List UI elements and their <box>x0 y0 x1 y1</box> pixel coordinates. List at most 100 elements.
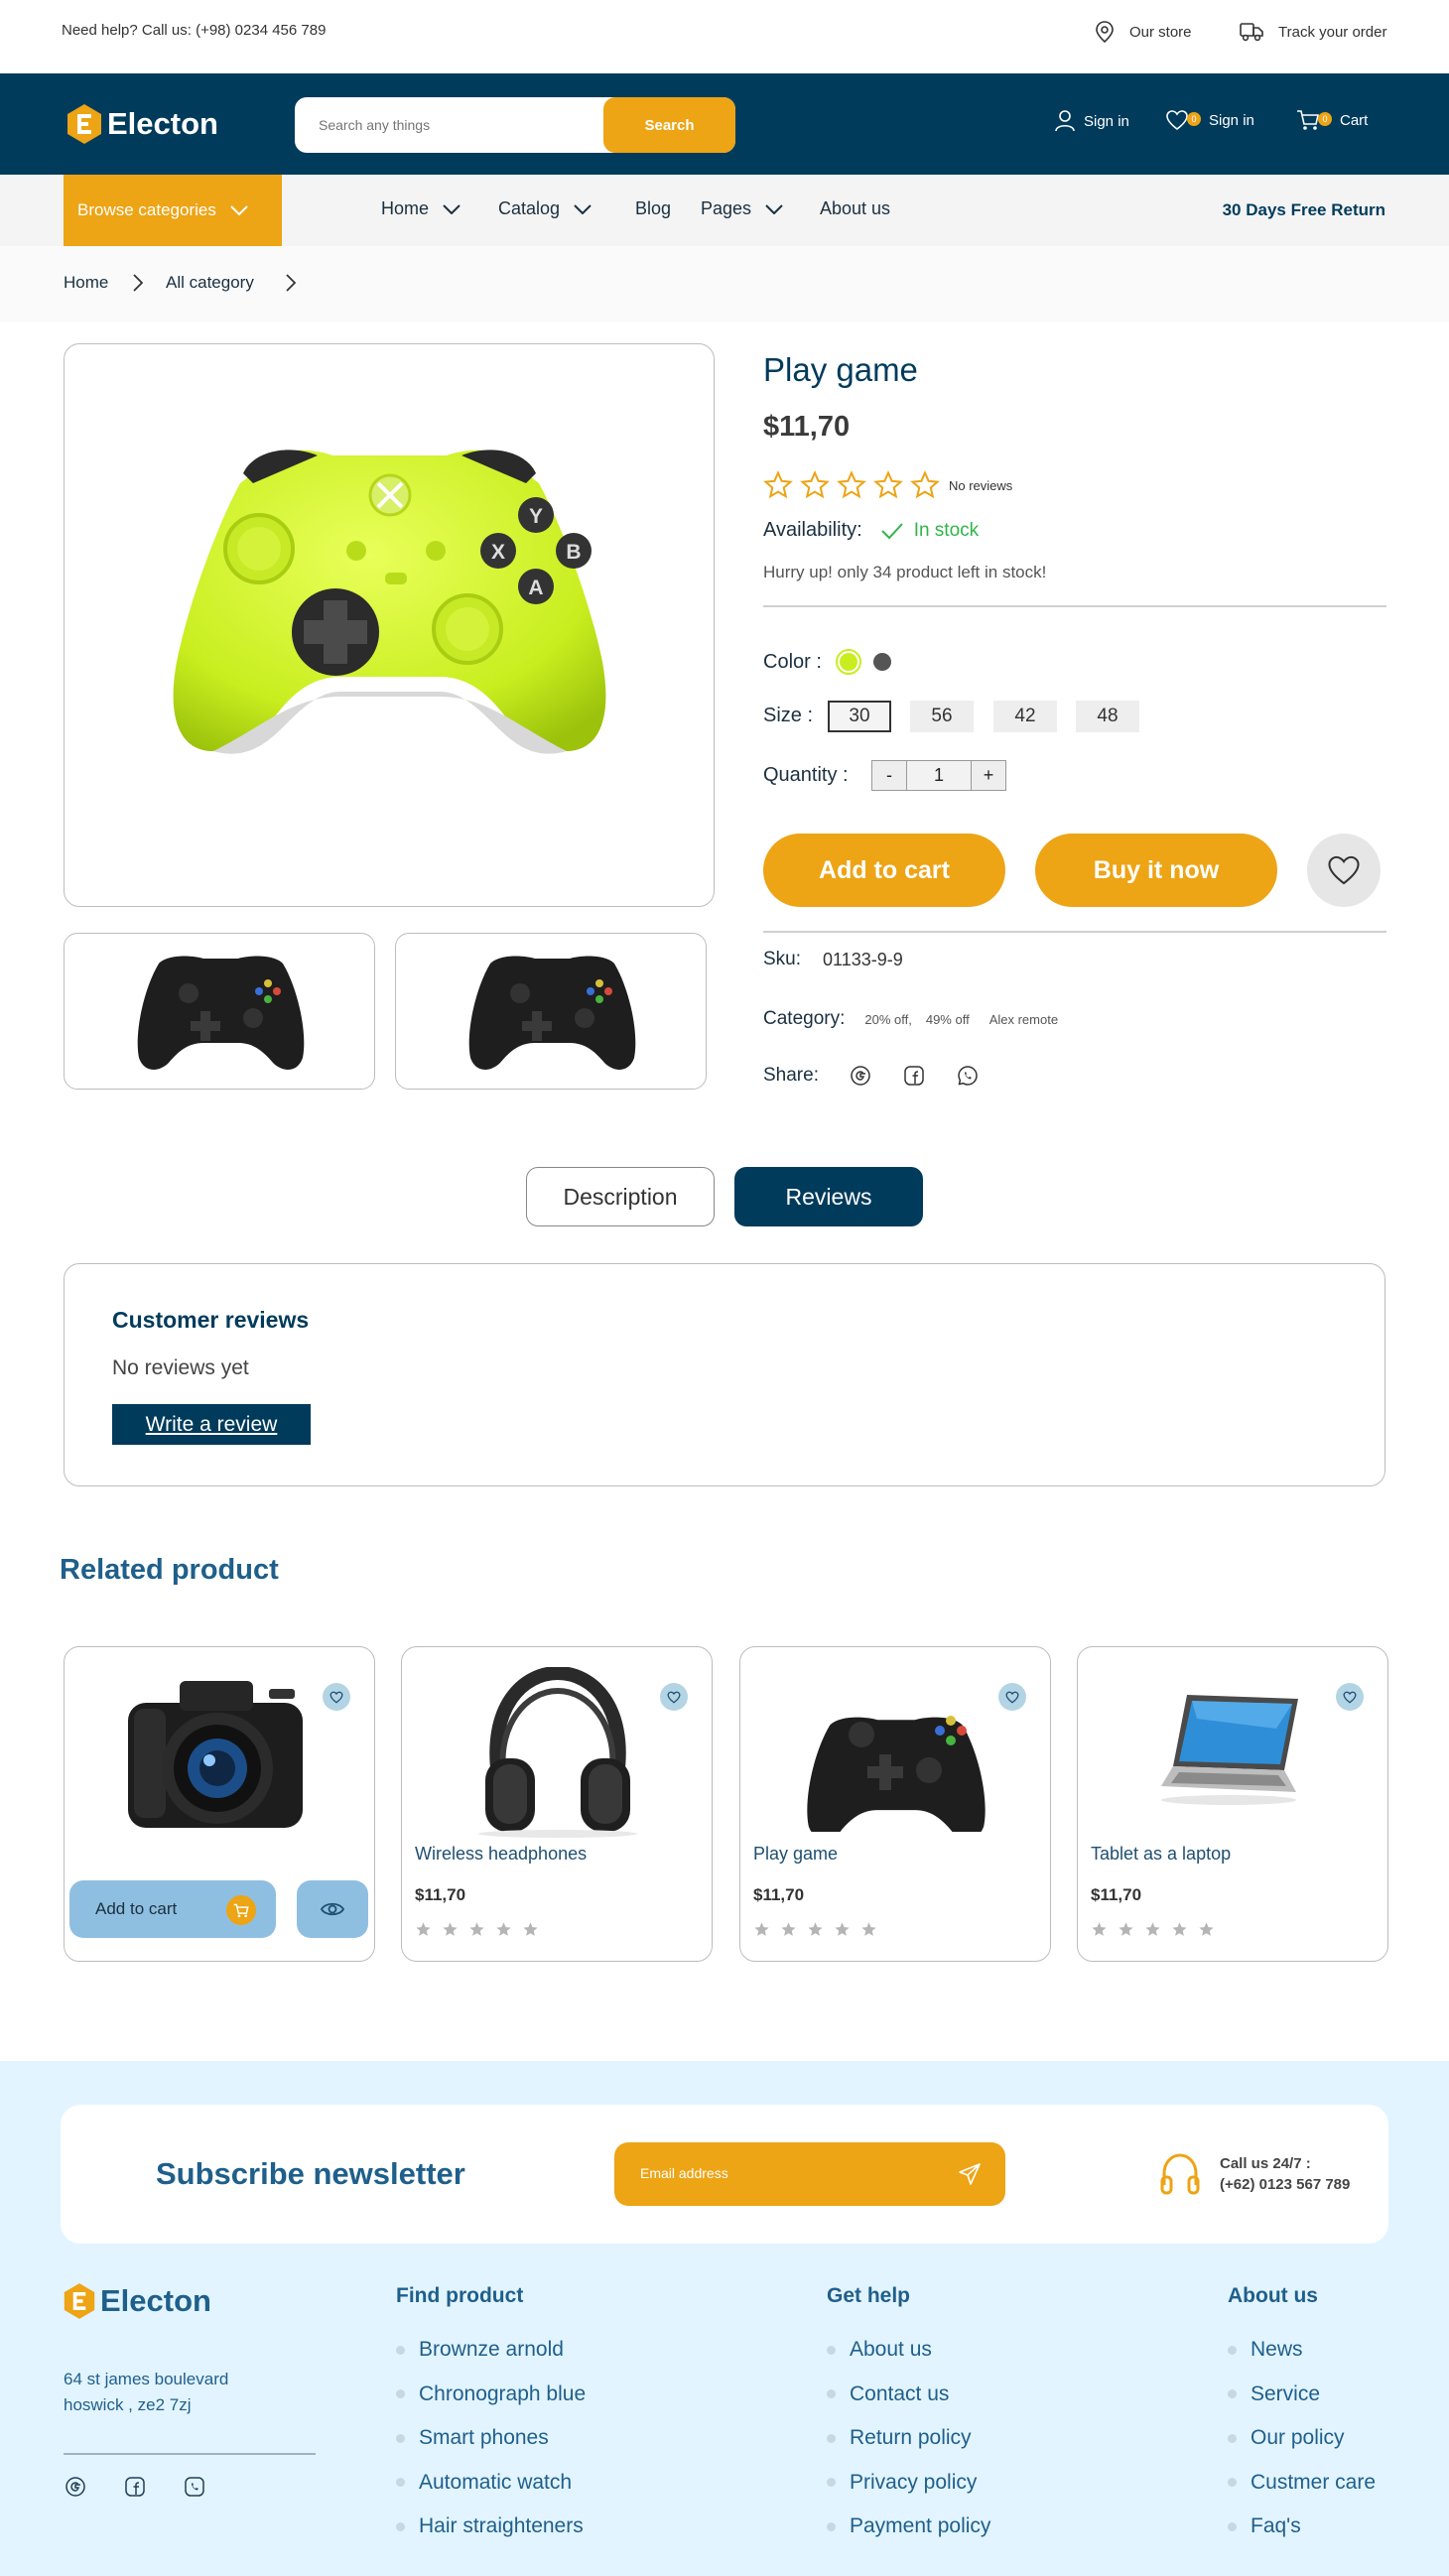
footer-link[interactable]: Faq's <box>1228 2505 1376 2549</box>
footer-link[interactable]: Hair straighteners <box>396 2505 586 2549</box>
star-icon <box>469 1922 484 1936</box>
track-order-link[interactable]: Track your order <box>1239 20 1386 44</box>
cart-link[interactable]: 0 Cart <box>1296 109 1368 131</box>
nav-blog[interactable]: Blog <box>635 198 671 219</box>
main-nav: Browse categories Home Catalog Blog Page… <box>0 175 1449 246</box>
logo-icon <box>67 104 101 144</box>
footer-link[interactable]: Contact us <box>827 2373 990 2417</box>
cart-icon <box>1297 110 1319 130</box>
newsletter-email-input[interactable]: Email address <box>614 2142 1005 2206</box>
card-product-name[interactable]: Wireless headphones <box>415 1844 587 1865</box>
card-add-to-cart-button[interactable]: Add to cart <box>69 1880 276 1938</box>
facebook-icon[interactable] <box>902 1064 926 1088</box>
write-review-button[interactable]: Write a review <box>112 1404 311 1445</box>
footer-link[interactable]: Smart phones <box>396 2416 586 2461</box>
reviews-count: No reviews <box>949 477 1013 493</box>
star-icon <box>861 1922 876 1936</box>
add-to-cart-button[interactable]: Add to cart <box>763 834 1005 907</box>
tab-reviews[interactable]: Reviews <box>734 1167 923 1226</box>
footer-about-title: About us <box>1228 2284 1318 2307</box>
card-product-name[interactable]: Play game <box>753 1844 838 1865</box>
wishlist-button[interactable] <box>323 1683 350 1711</box>
footer-link[interactable]: About us <box>827 2328 990 2373</box>
browse-categories-button[interactable]: Browse categories <box>64 175 282 246</box>
call-us-number: (+62) 0123 567 789 <box>1220 2176 1351 2193</box>
add-to-wishlist-button[interactable] <box>1307 834 1381 907</box>
size-option-56[interactable]: 56 <box>910 701 974 732</box>
google-icon[interactable] <box>64 2475 87 2499</box>
category-tag[interactable]: Alex remote <box>989 1012 1058 1027</box>
card-product-name[interactable]: Tablet as a laptop <box>1091 1844 1231 1865</box>
quantity-input[interactable]: 1 <box>906 760 972 791</box>
product-title: Play game <box>763 351 918 388</box>
address-line: hoswick , ze2 7zj <box>64 2395 192 2414</box>
star-icon <box>1119 1922 1133 1936</box>
our-store-link[interactable]: Our store <box>1094 20 1192 44</box>
product-card[interactable]: Add to cart <box>64 1646 375 1962</box>
color-swatch-dark[interactable] <box>872 653 891 671</box>
category-tag[interactable]: 49% off <box>926 1012 970 1027</box>
eye-icon <box>321 1902 344 1916</box>
category-tag[interactable]: 20% off, <box>864 1012 911 1027</box>
star-icon <box>835 1922 850 1936</box>
nav-home[interactable]: Home <box>381 198 461 219</box>
cart-label: Cart <box>1340 111 1369 129</box>
search-button[interactable]: Search <box>603 97 735 153</box>
footer-link[interactable]: News <box>1228 2328 1376 2373</box>
chevron-right-icon <box>133 274 143 292</box>
thumbnail-2[interactable] <box>395 933 707 1090</box>
color-label: Color : <box>763 650 822 673</box>
wishlist-link[interactable]: 0 Sign in <box>1165 109 1254 131</box>
google-icon[interactable] <box>849 1064 872 1088</box>
footer-link[interactable]: Brownze arnold <box>396 2328 586 2373</box>
whatsapp-icon[interactable] <box>183 2475 206 2499</box>
product-price: $11,70 <box>763 411 851 443</box>
thumbnail-1[interactable] <box>64 933 375 1090</box>
whatsapp-icon[interactable] <box>956 1064 980 1088</box>
search-input[interactable] <box>319 97 616 153</box>
nav-about[interactable]: About us <box>820 198 890 219</box>
star-icon <box>1172 1922 1187 1936</box>
quick-view-button[interactable] <box>297 1880 368 1938</box>
footer-address: 64 st james boulevard hoswick , ze2 7zj <box>64 2367 228 2418</box>
product-card[interactable]: Wireless headphones $11,70 <box>401 1646 713 1962</box>
tab-description[interactable]: Description <box>526 1167 715 1226</box>
quantity-decrease-button[interactable]: - <box>871 760 907 791</box>
send-icon[interactable] <box>958 2162 982 2186</box>
wishlist-button[interactable] <box>1336 1683 1364 1711</box>
color-swatch-lime[interactable] <box>835 649 861 675</box>
facebook-icon[interactable] <box>123 2475 147 2499</box>
nav-pages[interactable]: Pages <box>701 198 783 219</box>
card-add-to-cart-label: Add to cart <box>95 1899 178 1918</box>
footer-link[interactable]: Service <box>1228 2373 1376 2417</box>
footer-link[interactable]: Privacy policy <box>827 2461 990 2506</box>
size-option-42[interactable]: 42 <box>993 701 1057 732</box>
footer-link[interactable]: Return policy <box>827 2416 990 2461</box>
product-card[interactable]: Play game $11,70 <box>739 1646 1051 1962</box>
quantity-increase-button[interactable]: + <box>971 760 1006 791</box>
reviews-heading: Customer reviews <box>112 1307 310 1333</box>
breadcrumb-home[interactable]: Home <box>64 273 108 293</box>
size-option-30[interactable]: 30 <box>828 701 891 732</box>
search-bar: Search <box>295 97 735 153</box>
black-controller-image <box>137 956 305 1070</box>
heart-icon <box>1343 1691 1357 1704</box>
brand-logo[interactable]: Electon <box>66 103 218 145</box>
buy-now-button[interactable]: Buy it now <box>1035 834 1277 907</box>
footer-link[interactable]: Our policy <box>1228 2416 1376 2461</box>
product-card[interactable]: Tablet as a laptop $11,70 <box>1077 1646 1388 1962</box>
size-option-48[interactable]: 48 <box>1076 701 1139 732</box>
product-main-image[interactable]: Y X B A <box>64 343 715 907</box>
email-placeholder: Email address <box>640 2165 728 2181</box>
footer-link[interactable]: Chronograph blue <box>396 2373 586 2417</box>
nav-catalog[interactable]: Catalog <box>498 198 592 219</box>
wishlist-button[interactable] <box>660 1683 688 1711</box>
breadcrumb-all-category[interactable]: All category <box>166 273 254 293</box>
footer-link[interactable]: Custmer care <box>1228 2461 1376 2506</box>
wishlist-button[interactable] <box>998 1683 1026 1711</box>
sku-label: Sku: <box>763 949 802 969</box>
footer-link[interactable]: Automatic watch <box>396 2461 586 2506</box>
sign-in-link[interactable]: Sign in <box>1054 109 1129 133</box>
footer-link[interactable]: Payment policy <box>827 2505 990 2549</box>
footer-brand-logo[interactable]: Electon <box>63 2282 211 2320</box>
